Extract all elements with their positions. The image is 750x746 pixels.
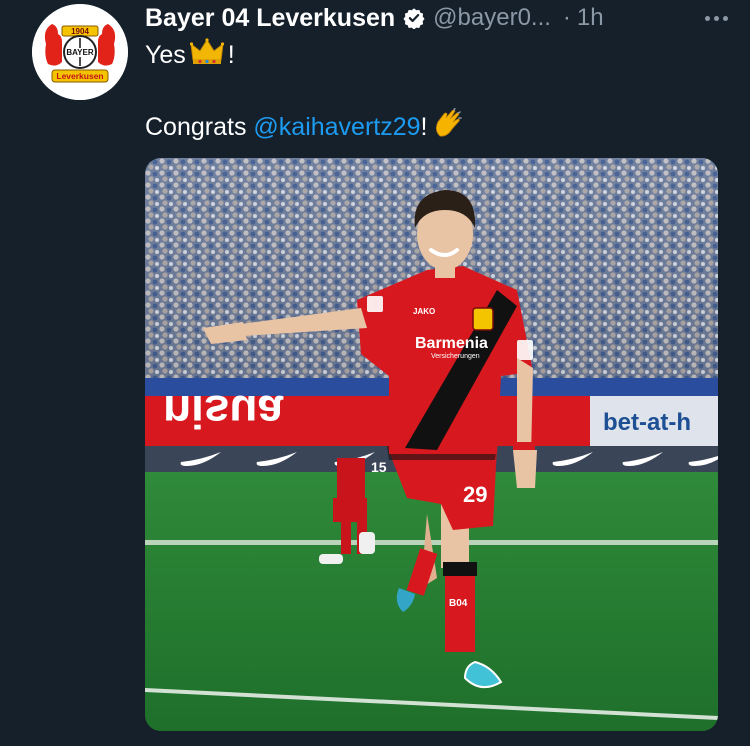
avatar-banner: Leverkusen xyxy=(56,71,103,81)
display-name[interactable]: Bayer 04 Leverkusen xyxy=(145,4,395,33)
tweet-text-line-2: Congrats @kaihavertz29 ! xyxy=(145,107,468,147)
ad-board-right-text: bet-at-h xyxy=(603,409,691,436)
shirt-sponsor-sub: Versicherungen xyxy=(431,353,480,360)
verified-badge-icon xyxy=(403,8,425,29)
shirt-sponsor: Barmenia xyxy=(415,335,488,352)
tweet-timestamp[interactable]: 1h xyxy=(577,4,604,32)
clapping-hands-emoji-icon xyxy=(432,107,464,147)
club-crest-icon xyxy=(472,307,494,331)
avatar-letters: BAYER xyxy=(66,48,93,57)
tweet-text-exclaim-2: ! xyxy=(420,113,428,141)
bayer-leverkusen-logo: 1904 BAYER Leverkusen xyxy=(32,4,128,100)
mention-link[interactable]: @kaihavertz29 xyxy=(253,113,420,142)
tweet-text-yes: Yes xyxy=(145,41,186,69)
separator-dot: · xyxy=(562,4,571,31)
more-options-icon[interactable] xyxy=(705,8,728,28)
user-handle[interactable]: @bayer0... xyxy=(433,4,551,32)
tweet-text-exclaim-1: ! xyxy=(227,41,235,69)
tweet-header: Bayer 04 Leverkusen @bayer0... · 1h xyxy=(145,2,728,34)
shirt-brand: JAKO xyxy=(413,307,435,316)
crown-emoji-icon xyxy=(189,38,224,73)
tweet-media-photo[interactable]: nisua bet-at-h 15 B04 29 Barmenia Versic… xyxy=(145,158,718,731)
background-player-number: 15 xyxy=(371,459,387,475)
sock-text: B04 xyxy=(449,598,468,609)
ad-board-left-text: nisua xyxy=(163,386,284,438)
tweet-text-line-1: Yes ! xyxy=(145,38,235,73)
shorts-number: 29 xyxy=(463,482,487,507)
tweet[interactable]: 1904 BAYER Leverkusen Bayer 04 Leverkuse… xyxy=(0,0,750,746)
avatar-year: 1904 xyxy=(71,27,89,36)
profile-avatar[interactable]: 1904 BAYER Leverkusen xyxy=(32,4,128,100)
player-celebration-photo: nisua bet-at-h 15 B04 29 Barmenia Versic… xyxy=(145,158,718,731)
tweet-text-congrats: Congrats xyxy=(145,113,247,141)
